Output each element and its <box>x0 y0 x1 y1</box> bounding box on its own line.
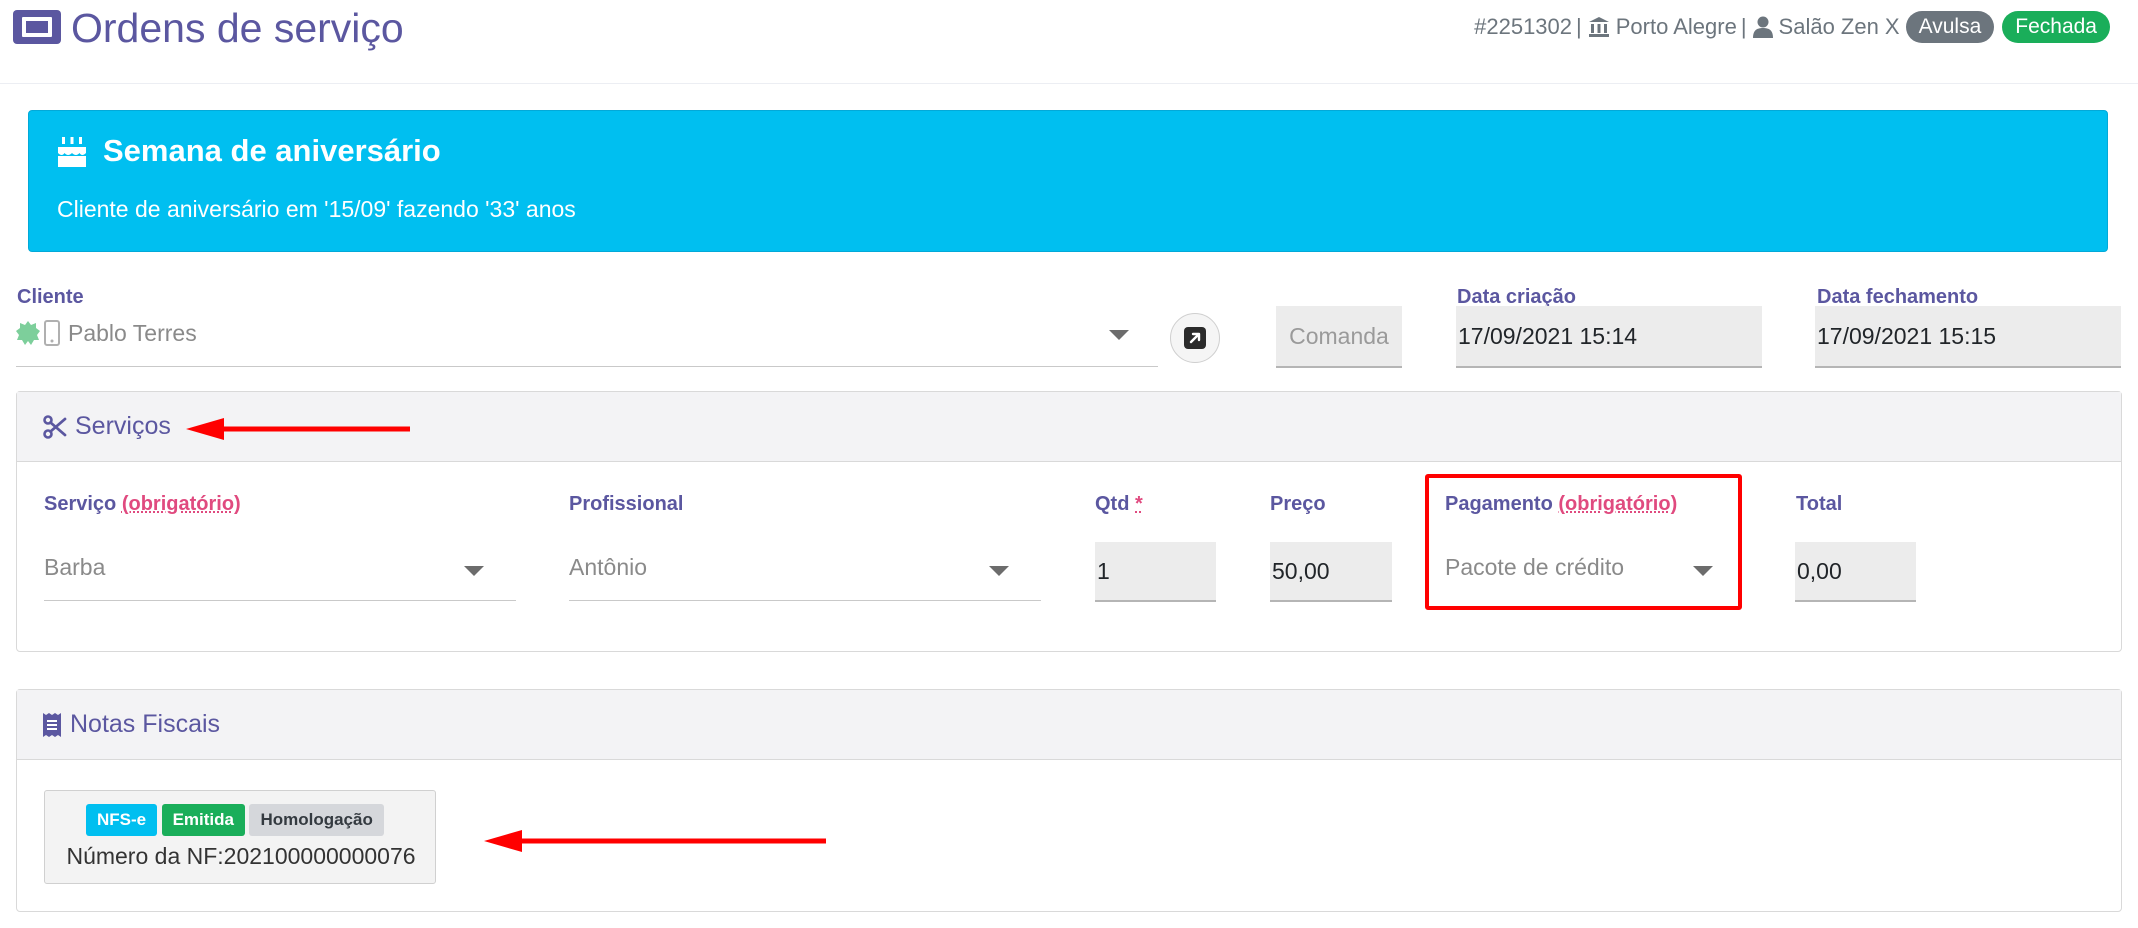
invoice-number: Número da NF:202100000000076 <box>66 843 416 869</box>
caret-down-icon <box>989 566 1009 576</box>
alert-title: Semana de aniversário <box>57 133 441 169</box>
professional-label: Profissional <box>569 493 684 515</box>
scissors-icon <box>43 414 67 439</box>
separator: | <box>1576 14 1582 39</box>
header-divider <box>0 83 2138 84</box>
alert-title-text: Semana de aniversário <box>103 133 441 168</box>
annotation-arrow <box>186 418 410 440</box>
open-client-button[interactable] <box>1170 313 1220 363</box>
issued-badge: Emitida <box>161 804 245 836</box>
qty-input[interactable]: 1 <box>1095 542 1216 602</box>
required-marker: * <box>1135 493 1143 515</box>
birthday-alert: Semana de aniversário Cliente de anivers… <box>28 110 2108 252</box>
company-name: Salão Zen X <box>1778 14 1900 39</box>
service-underline <box>44 600 516 601</box>
invoice-item[interactable]: NFS-e Emitida Homologação Número da NF:2… <box>44 790 436 884</box>
invoices-card-header: Notas Fiscais <box>17 690 2121 760</box>
total-label: Total <box>1796 493 1843 515</box>
page-title: Ordens de serviço <box>71 5 404 51</box>
ticket-icon <box>13 10 61 44</box>
badge-icon <box>16 321 40 345</box>
invoice-badges: NFS-e Emitida Homologação <box>86 804 384 836</box>
payment-highlight <box>1425 474 1742 610</box>
professional-underline <box>569 600 1041 601</box>
qty-label: Qtd * <box>1095 493 1143 516</box>
comanda-input[interactable]: Comanda <box>1276 306 1402 368</box>
separator: | <box>1740 14 1747 39</box>
order-number: #2251302 <box>1474 14 1573 39</box>
alert-text: Cliente de aniversário em '15/09' fazend… <box>57 196 576 222</box>
caret-down-icon <box>1109 330 1129 340</box>
user-icon <box>1752 16 1773 38</box>
price-label: Preço <box>1270 493 1326 515</box>
institution-icon <box>1588 17 1609 37</box>
birthday-cake-icon <box>58 137 86 167</box>
created-date-field: 17/09/2021 15:14 <box>1456 306 1762 368</box>
total-field: 0,00 <box>1795 542 1916 602</box>
environment-badge: Homologação <box>249 804 384 836</box>
external-link-icon <box>1184 327 1206 349</box>
professional-select[interactable]: Antônio <box>569 546 1041 602</box>
nfse-badge: NFS-e <box>86 804 158 836</box>
status-badge: Fechada <box>2002 11 2110 43</box>
service-value: Barba <box>44 554 106 580</box>
price-input[interactable]: 50,00 <box>1270 542 1392 602</box>
unit-name: Porto Alegre <box>1615 14 1737 39</box>
header-meta: #2251302 | Porto Alegre | Salão Zen X Av… <box>1474 10 2110 44</box>
invoices-title: Notas Fiscais <box>70 710 221 738</box>
professional-value: Antônio <box>569 554 648 580</box>
mobile-icon <box>44 320 60 346</box>
qty-label-text: Qtd <box>1095 493 1130 515</box>
services-title: Serviços <box>75 412 171 440</box>
receipt-icon <box>43 712 61 737</box>
service-label: Serviço (obrigatório) <box>44 493 241 516</box>
closed-date-field: 17/09/2021 15:15 <box>1815 306 2121 368</box>
service-label-text: Serviço <box>44 493 117 515</box>
client-select[interactable]: Pablo Terres <box>16 316 1158 368</box>
caret-down-icon <box>464 566 484 576</box>
client-name: Pablo Terres <box>68 320 197 346</box>
service-select[interactable]: Barba <box>44 546 516 602</box>
annotation-arrow <box>484 830 826 852</box>
client-label: Cliente <box>17 286 84 308</box>
required-marker: (obrigatório) <box>121 493 241 515</box>
client-underline <box>16 366 1158 367</box>
type-badge: Avulsa <box>1905 11 1995 43</box>
